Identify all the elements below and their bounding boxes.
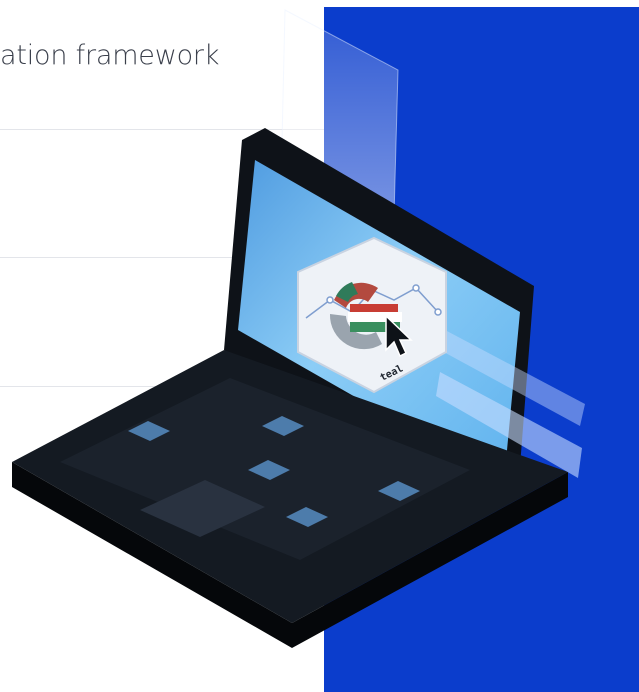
laptop-icon xyxy=(12,128,568,648)
laptop-illustration: teal xyxy=(12,9,585,648)
